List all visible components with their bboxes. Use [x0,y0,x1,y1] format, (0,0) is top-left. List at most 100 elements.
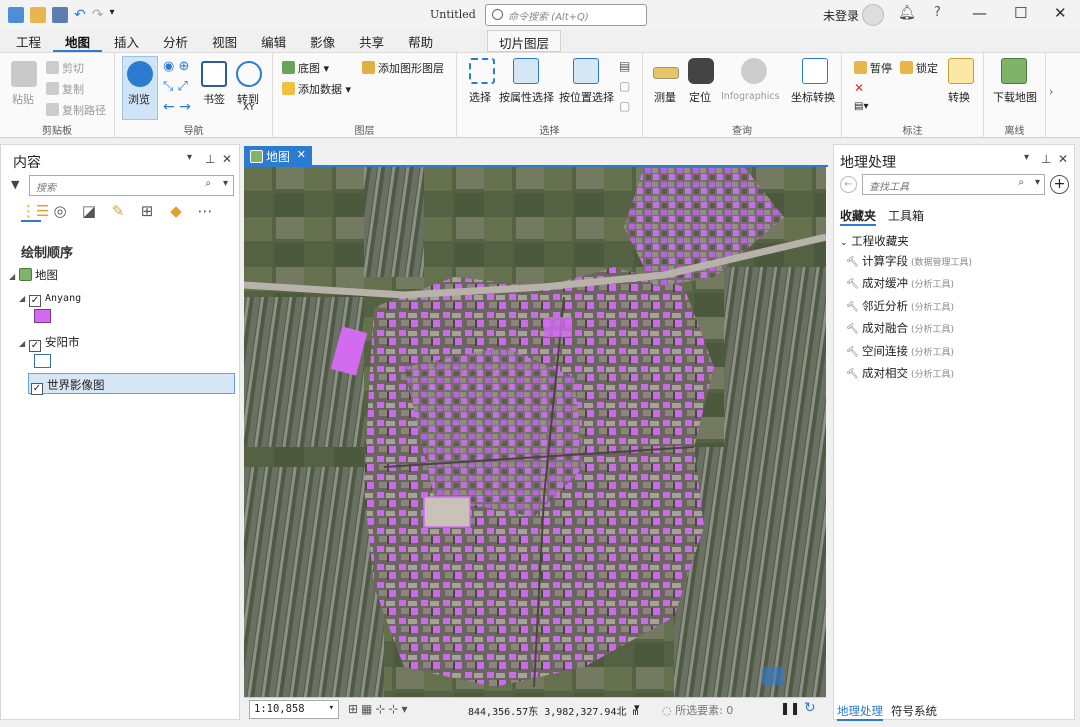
convert-coordinates-button[interactable]: 坐标转换 [791,89,835,105]
layer-anyang[interactable]: ◢ ✓ Anyang [19,290,81,307]
map-canvas[interactable] [244,167,826,697]
pin-icon[interactable]: ⊥ [205,152,215,166]
zoom-to-selection-icon[interactable]: ▢ [619,99,630,113]
view-unplaced-icon[interactable]: ✕ [854,81,864,95]
locate-button[interactable]: 定位 [689,89,711,105]
list-by-snapping-icon[interactable]: ⊞ [137,202,157,222]
find-tools-input[interactable]: 查找工具 ⌕ ▾ [862,174,1045,195]
tab-view[interactable]: 视图 [200,30,249,52]
redo-icon[interactable]: ↷ [92,7,104,23]
pause-drawing-button[interactable]: ❚❚ [780,701,800,715]
list-by-drawing-order-icon[interactable]: ⋮☰ [21,202,49,222]
tool-pairwise-dissolve[interactable]: 🔨︎ 成对融合 (分析工具) [846,320,954,336]
infographics-button[interactable]: Infographics [721,91,780,102]
visibility-checkbox[interactable]: ✓ [31,383,43,395]
search-options-icon[interactable]: ▾ [223,178,228,189]
tab-edit[interactable]: 编辑 [249,30,298,52]
tab-project[interactable]: 工程 [0,30,53,52]
lock-labeling-button[interactable]: 锁定 [900,60,938,76]
tool-spatial-join[interactable]: 🔨︎ 空间连接 (分析工具) [846,343,954,359]
avatar[interactable] [862,4,884,26]
layer-anyang-city[interactable]: ◢ ✓ 安阳市 [19,334,80,352]
select-by-location-button[interactable]: 按位置选择 [559,89,614,105]
full-extent-icon[interactable]: ◉ ⊕ [163,59,189,74]
select-by-attributes-button[interactable]: 按属性选择 [499,89,554,105]
layer-map[interactable]: ◢ 地图 [9,267,58,283]
ribbon-scroll-right-icon[interactable]: › [1049,85,1053,98]
convert-labels-button[interactable]: 转换 [948,89,970,105]
maximize-button[interactable]: ☐ [1014,4,1027,22]
add-graphics-layer-button[interactable]: 添加图形图层 [362,60,444,76]
back-icon[interactable]: ← [840,176,857,193]
measure-button[interactable]: 测量 [654,89,676,105]
tab-symbology[interactable]: 符号系统 [891,703,937,719]
attributes-icon[interactable]: ▤ [619,59,630,73]
close-button[interactable]: ✕ [1054,4,1067,22]
basemap-button[interactable]: 底图 ▾ [282,60,329,76]
bookmarks-button[interactable]: 书签 [203,91,225,107]
list-by-labeling-icon[interactable]: ◆ [166,202,186,222]
tab-share[interactable]: 共享 [347,30,396,52]
minimize-button[interactable]: — [972,4,987,22]
add-tool-icon[interactable]: + [1050,175,1069,194]
project-favorites-section[interactable]: ⌄ 工程收藏夹 [840,233,909,249]
tab-insert[interactable]: 插入 [102,30,151,52]
tab-imagery[interactable]: 影像 [298,30,347,52]
tab-map-view[interactable]: 地图 ✕ [244,146,312,166]
help-icon[interactable]: ? [934,5,941,20]
more-labeling-icon[interactable]: ▤▾ [854,101,868,112]
download-map-button[interactable]: 下载地图 [993,89,1037,105]
open-project-icon[interactable] [30,7,46,23]
tab-favorites[interactable]: 收藏夹 [840,207,877,226]
notification-bell-icon[interactable]: 🔔︎ [898,5,916,21]
search-options-icon[interactable]: ▾ [1035,177,1040,188]
visibility-checkbox[interactable]: ✓ [29,340,41,352]
collapse-arrow-icon[interactable]: ◢ [19,294,29,303]
pause-labeling-button[interactable]: 暂停 [854,60,892,76]
cut-button[interactable]: 剪切 [46,60,84,76]
tab-toolboxes[interactable]: 工具箱 [888,207,924,224]
pin-icon[interactable]: ⊥ [1041,152,1051,166]
contents-search-input[interactable]: 搜索 ⌕ ▾ [29,175,234,196]
tab-geoprocessing[interactable]: 地理处理 [837,703,883,721]
copy-button[interactable]: 复制 [46,81,84,97]
pane-options-icon[interactable]: ▾ [1024,152,1029,163]
scale-selector[interactable]: 1:10,858 ▾ [249,700,339,719]
copy-path-button[interactable]: 复制路径 [46,102,106,118]
list-by-source-icon[interactable]: ◎ [50,202,70,222]
tool-pairwise-buffer[interactable]: 🔨︎ 成对缓冲 (分析工具) [846,275,954,291]
anyang-symbol-swatch[interactable] [34,309,51,323]
tab-tile-layer[interactable]: 切片图层 [487,30,561,52]
fixed-zoom-icon[interactable]: ⤡ ⤢ [163,79,188,94]
select-button[interactable]: 选择 [469,89,491,105]
filter-icon[interactable]: ▼ [11,178,19,191]
tool-pairwise-intersect[interactable]: 🔨︎ 成对相交 (分析工具) [846,365,954,381]
customize-toolbar-icon[interactable]: ▾ [109,7,114,23]
tool-calculate-field[interactable]: 🔨︎ 计算字段 (数据管理工具) [846,253,972,269]
pane-close-icon[interactable]: ✕ [222,152,232,166]
tab-analysis[interactable]: 分析 [151,30,200,52]
tool-near[interactable]: 🔨︎ 邻近分析 (分析工具) [846,298,954,314]
coordinate-units-dropdown[interactable]: ▾ [634,701,640,714]
close-map-tab-icon[interactable]: ✕ [297,148,306,161]
add-data-button[interactable]: 添加数据 ▾ [282,81,351,97]
login-status[interactable]: 未登录 [823,7,859,24]
new-project-icon[interactable] [8,7,24,23]
command-search-input[interactable]: 命令搜索 (Alt+Q) [485,4,647,26]
list-by-editing-icon[interactable]: ✎ [108,202,128,222]
paste-button[interactable]: 粘贴 [12,91,34,107]
collapse-arrow-icon[interactable]: ◢ [9,272,19,281]
anyang-city-symbol-swatch[interactable] [34,354,51,368]
map-tools-icons[interactable]: ⊞▦⊹⊹▾ [348,702,411,716]
previous-next-extent-icon[interactable]: ← → [163,99,191,115]
collapse-arrow-icon[interactable]: ◢ [19,339,29,348]
list-by-selection-icon[interactable]: ◪ [79,202,99,222]
tab-help[interactable]: 帮助 [396,30,445,52]
more-views-icon[interactable]: ⋯ [195,202,215,222]
clear-selection-icon[interactable]: ▢ [619,79,630,93]
tab-map[interactable]: 地图 [53,30,103,52]
pane-options-icon[interactable]: ▾ [187,152,192,163]
pane-close-icon[interactable]: ✕ [1058,152,1068,166]
undo-icon[interactable]: ↶ [74,7,86,23]
save-icon[interactable] [52,7,68,23]
